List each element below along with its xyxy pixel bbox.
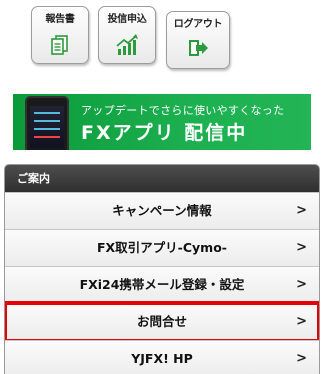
menu-item-label: FX取引アプリ-Cymo- — [97, 240, 227, 255]
menu-item-label: キャンペーン情報 — [112, 203, 212, 218]
chevron-right-icon: > — [296, 203, 307, 218]
menu-item-yjfx-hp[interactable]: YJFX! HP > — [5, 340, 319, 374]
menu-item-campaign[interactable]: キャンペーン情報 > — [5, 192, 319, 229]
guide-menu: ご案内 キャンペーン情報 > FX取引アプリ-Cymo- > FXi24携帯メー… — [4, 164, 320, 374]
menu-item-label: FXi24携帯メール登録・設定 — [79, 277, 245, 292]
report-icon — [49, 34, 71, 60]
chevron-right-icon: > — [296, 351, 307, 366]
fx-app-banner[interactable]: アップデートでさらに使いやすくなった FXアプリ 配信中 — [13, 94, 311, 150]
banner-title-app: FXアプリ — [81, 122, 176, 144]
chevron-right-icon: > — [296, 240, 307, 255]
chevron-right-icon: > — [296, 277, 307, 292]
logout-label: ログアウト — [173, 19, 223, 30]
report-button-label: 報告書 — [45, 14, 75, 25]
banner-title-status: 配信中 — [175, 122, 248, 144]
fund-application-button[interactable]: 投信申込 — [98, 6, 156, 64]
menu-item-fx-app[interactable]: FX取引アプリ-Cymo- > — [5, 229, 319, 266]
report-button[interactable]: 報告書 — [31, 6, 89, 64]
banner-subtitle: アップデートでさらに使いやすくなった — [81, 104, 285, 117]
menu-header: ご案内 — [5, 165, 319, 192]
smartphone-image — [25, 96, 69, 150]
chart-icon — [115, 34, 139, 60]
page: 報告書 投信申込 ログアウト アップデートでさらに使いやすくなった FXアプリ … — [0, 0, 324, 374]
banner-title: FXアプリ 配信中 — [81, 118, 247, 145]
chevron-right-icon: > — [296, 314, 307, 329]
menu-item-mobile-mail[interactable]: FXi24携帯メール登録・設定 > — [5, 266, 319, 303]
logout-icon — [187, 37, 209, 63]
logout-button[interactable]: ログアウト — [166, 11, 230, 69]
menu-item-label: YJFX! HP — [131, 351, 193, 366]
fund-application-label: 投信申込 — [107, 14, 147, 25]
menu-item-contact[interactable]: お問合せ > — [5, 301, 319, 343]
menu-item-label: お問合せ — [136, 314, 187, 329]
